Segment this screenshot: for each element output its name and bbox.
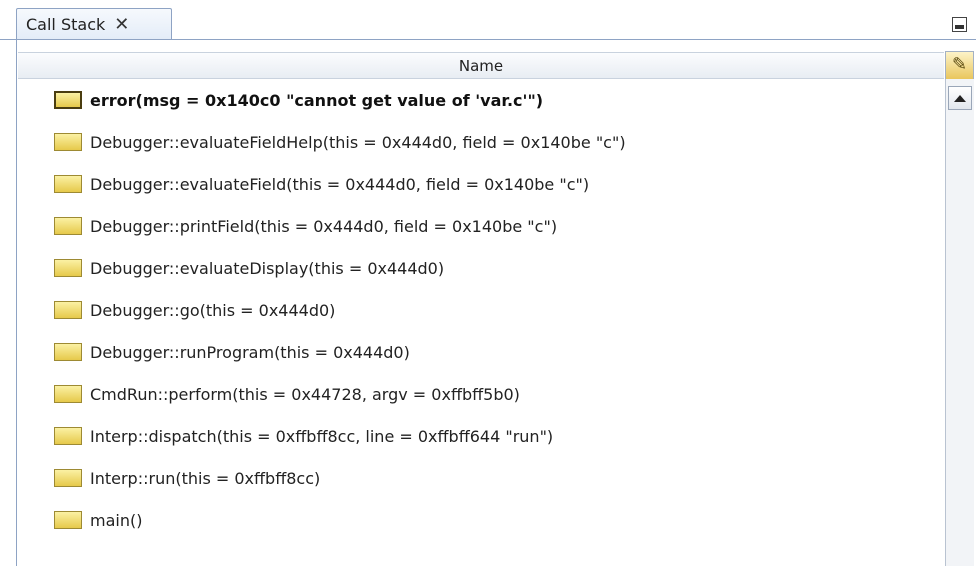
stack-frame-icon: [54, 385, 82, 403]
stack-frame-label: error(msg = 0x140c0 "cannot get value of…: [90, 90, 544, 110]
close-icon[interactable]: ✕: [114, 14, 129, 35]
stack-frame-icon: [54, 259, 82, 277]
scroll-up-arrow-icon[interactable]: [948, 86, 972, 110]
tab-bar: Call Stack ✕: [0, 0, 976, 40]
stack-frame-icon: [54, 511, 82, 529]
call-stack-panel: Name ✎ error(msg = 0x140c0 "cannot get v…: [16, 40, 976, 566]
stack-frame-icon: [54, 217, 82, 235]
stack-frame-label: Interp::run(this = 0xffbff8cc): [90, 468, 321, 488]
stack-frame-icon: [54, 343, 82, 361]
minimize-icon[interactable]: [952, 17, 967, 32]
call-stack-list: error(msg = 0x140c0 "cannot get value of…: [18, 79, 944, 566]
current-stack-frame-row[interactable]: error(msg = 0x140c0 "cannot get value of…: [18, 81, 944, 119]
stack-frame-row[interactable]: Debugger::evaluateFieldHelp(this = 0x444…: [18, 123, 944, 161]
stack-frame-icon: [54, 301, 82, 319]
column-header-name[interactable]: Name: [18, 52, 944, 79]
stack-frame-row[interactable]: Interp::dispatch(this = 0xffbff8cc, line…: [18, 417, 944, 455]
stack-frame-row[interactable]: Debugger::runProgram(this = 0x444d0): [18, 333, 944, 371]
stack-frame-icon: [54, 427, 82, 445]
stack-frame-label: Debugger::evaluateDisplay(this = 0x444d0…: [90, 258, 445, 278]
stack-frame-row[interactable]: Debugger::go(this = 0x444d0): [18, 291, 944, 329]
stack-frame-row[interactable]: Debugger::evaluateField(this = 0x444d0, …: [18, 165, 944, 203]
stack-frame-row[interactable]: main(): [18, 501, 944, 539]
stack-frame-row[interactable]: Debugger::printField(this = 0x444d0, fie…: [18, 207, 944, 245]
stack-frame-label: Debugger::go(this = 0x444d0): [90, 300, 336, 320]
stack-frame-label: Interp::dispatch(this = 0xffbff8cc, line…: [90, 426, 554, 446]
tab-title: Call Stack: [26, 15, 106, 34]
stack-frame-label: Debugger::evaluateFieldHelp(this = 0x444…: [90, 132, 626, 152]
stack-frame-row[interactable]: Debugger::evaluateDisplay(this = 0x444d0…: [18, 249, 944, 287]
stack-frame-row[interactable]: Interp::run(this = 0xffbff8cc): [18, 459, 944, 497]
stack-frame-label: Debugger::evaluateField(this = 0x444d0, …: [90, 174, 590, 194]
column-selector-icon[interactable]: ✎: [945, 51, 974, 80]
stack-frame-label: CmdRun::perform(this = 0x44728, argv = 0…: [90, 384, 520, 404]
column-header-label: Name: [458, 56, 504, 75]
stack-frame-icon: [54, 175, 82, 193]
stack-frame-label: Debugger::runProgram(this = 0x444d0): [90, 342, 410, 362]
tab-call-stack[interactable]: Call Stack ✕: [16, 8, 172, 40]
stack-frame-icon: [54, 91, 82, 109]
stack-frame-icon: [54, 469, 82, 487]
stack-frame-row[interactable]: CmdRun::perform(this = 0x44728, argv = 0…: [18, 375, 944, 413]
stack-frame-label: main(): [90, 510, 143, 530]
vertical-scrollbar[interactable]: [945, 79, 974, 566]
stack-frame-label: Debugger::printField(this = 0x444d0, fie…: [90, 216, 558, 236]
stack-frame-icon: [54, 133, 82, 151]
